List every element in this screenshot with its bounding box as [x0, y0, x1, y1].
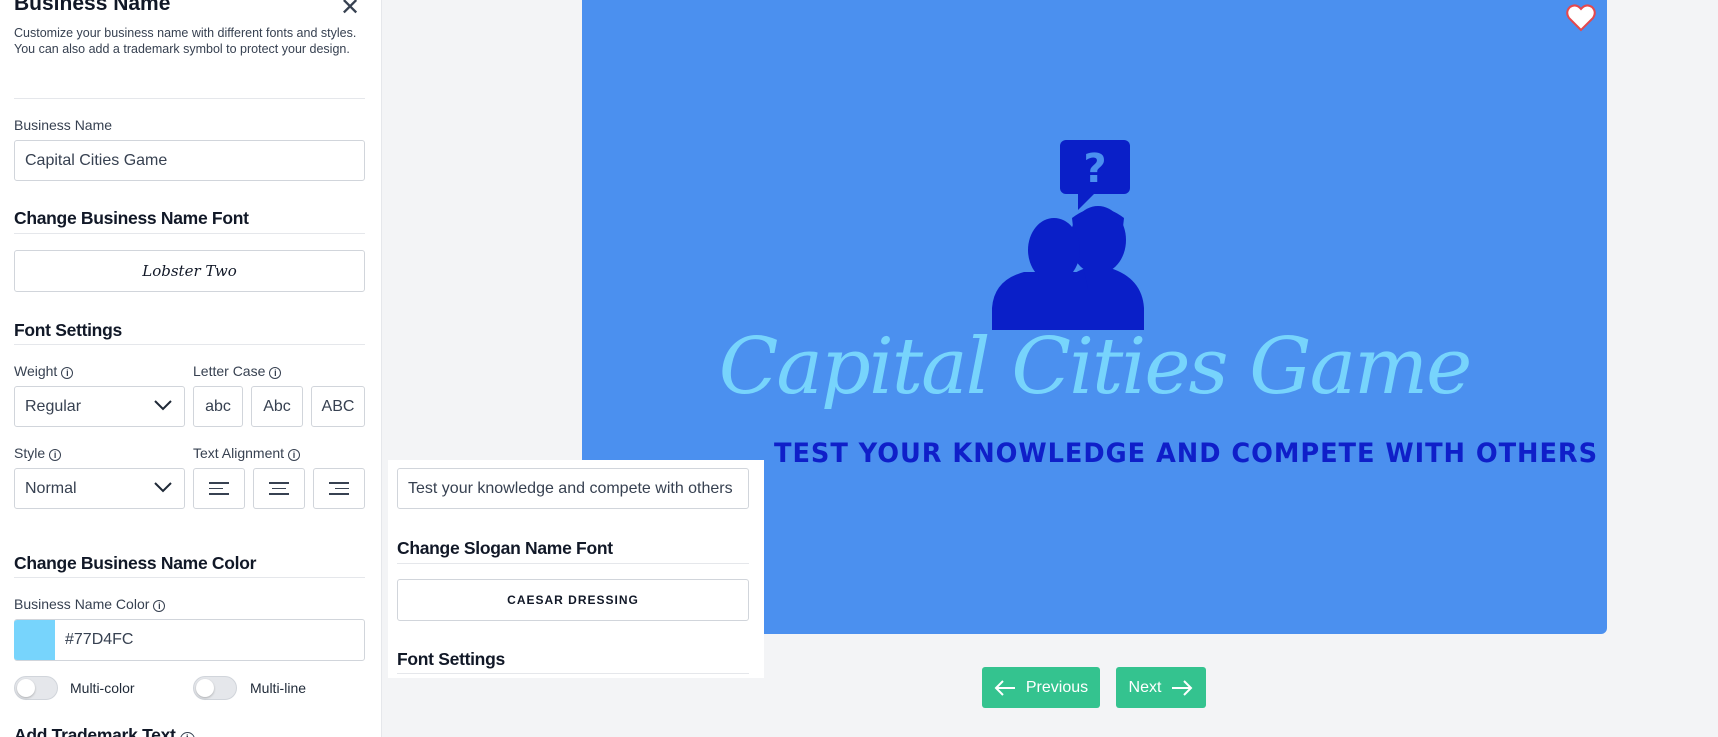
next-label: Next [1128, 678, 1162, 696]
panel-title: Business Name [14, 0, 171, 15]
align-right-icon [329, 482, 349, 495]
style-label-text: Style [14, 445, 46, 461]
divider [14, 577, 365, 578]
align-center-button[interactable] [253, 468, 305, 509]
change-font-title: Change Business Name Font [14, 208, 249, 228]
align-center-icon [269, 482, 289, 495]
color-input[interactable]: #77D4FC [14, 619, 365, 661]
style-label: Style i [14, 445, 62, 461]
divider [14, 233, 365, 234]
trademark-title-text: Add Trademark Text [14, 725, 176, 737]
letter-case-title-button[interactable]: Abc [251, 386, 303, 427]
text-alignment-label-text: Text Alignment [193, 445, 285, 461]
change-slogan-font-title: Change Slogan Name Font [397, 538, 613, 558]
previous-button[interactable]: Previous [982, 667, 1100, 708]
align-left-icon [209, 482, 229, 495]
info-icon[interactable]: i [49, 449, 62, 461]
divider [397, 563, 749, 564]
style-value: Normal [25, 479, 77, 497]
multiline-label: Multi-line [250, 680, 307, 696]
arrow-left-icon [994, 679, 1015, 696]
trademark-title: Add Trademark Texti [14, 725, 195, 737]
color-label-text: Business Name Color [14, 596, 150, 612]
font-settings-title: Font Settings [14, 320, 122, 340]
preview-slogan: TEST YOUR KNOWLEDGE AND COMPETE WITH OTH… [774, 438, 1599, 469]
slogan-font-settings-title: Font Settings [397, 649, 505, 669]
heart-icon[interactable] [1566, 4, 1596, 32]
weight-label: Weight i [14, 363, 74, 379]
color-label: Business Name Color i [14, 596, 166, 612]
preview-business-name: Capital Cities Game [718, 322, 1472, 412]
people-question-icon: ? [992, 140, 1144, 330]
style-select[interactable]: Normal [14, 468, 185, 509]
close-icon[interactable]: ✕ [340, 0, 360, 20]
multiline-toggle[interactable] [193, 676, 237, 700]
next-button[interactable]: Next [1116, 667, 1206, 708]
color-swatch[interactable] [14, 620, 55, 660]
divider [14, 344, 365, 345]
letter-case-label-text: Letter Case [193, 363, 266, 379]
slogan-panel: Test your knowledge and compete with oth… [388, 460, 764, 678]
info-icon[interactable]: i [269, 367, 282, 379]
info-icon[interactable]: i [61, 367, 74, 379]
info-icon[interactable]: i [153, 600, 166, 612]
panel-description: Customize your business name with differ… [14, 26, 357, 56]
multicolor-toggle[interactable] [14, 676, 58, 700]
info-icon[interactable]: i [288, 449, 301, 461]
business-name-font-selector[interactable]: Lobster Two [14, 250, 365, 292]
slogan-font-selector[interactable]: CAESAR DRESSING [397, 579, 749, 621]
weight-label-text: Weight [14, 363, 58, 379]
divider [14, 98, 365, 99]
chevron-down-icon [154, 482, 172, 493]
change-color-title: Change Business Name Color [14, 553, 257, 573]
arrow-right-icon [1172, 679, 1193, 696]
business-name-input[interactable]: Capital Cities Game [14, 140, 365, 181]
letter-case-lower-button[interactable]: abc [193, 386, 243, 427]
slogan-input[interactable]: Test your knowledge and compete with oth… [397, 468, 749, 509]
weight-select[interactable]: Regular [14, 386, 185, 427]
business-name-panel: Business Name ✕ Customize your business … [0, 0, 382, 737]
text-alignment-label: Text Alignment i [193, 445, 301, 461]
svg-text:?: ? [1083, 146, 1106, 192]
business-name-label: Business Name [14, 117, 113, 133]
divider [397, 673, 749, 674]
align-right-button[interactable] [313, 468, 365, 509]
letter-case-upper-button[interactable]: ABC [311, 386, 365, 427]
weight-value: Regular [25, 397, 82, 415]
chevron-down-icon [154, 400, 172, 411]
align-left-button[interactable] [193, 468, 245, 509]
previous-label: Previous [1025, 678, 1089, 696]
letter-case-label: Letter Case i [193, 363, 282, 379]
info-icon[interactable]: i [179, 732, 195, 737]
multicolor-label: Multi-color [70, 680, 135, 696]
